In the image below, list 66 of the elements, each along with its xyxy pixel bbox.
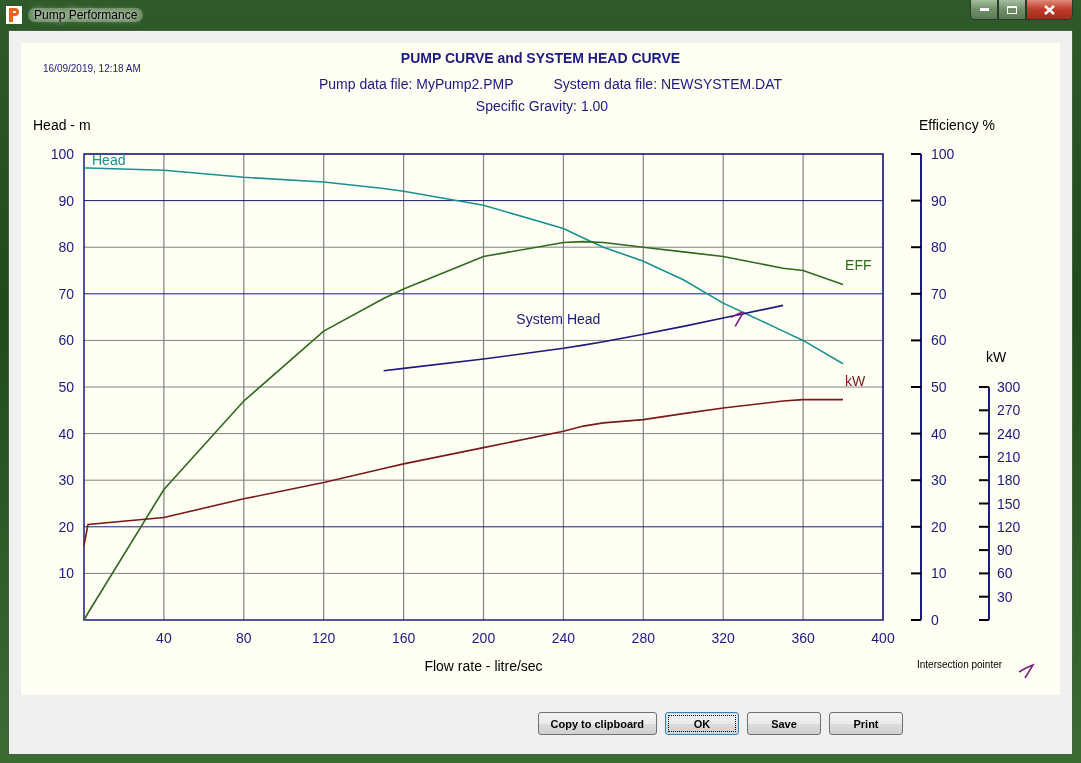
kw-tick-label: 120 [997,518,1021,535]
system-data-file: System data file: NEWSYSTEM.DAT [553,76,782,94]
y-tick-label: 70 [58,285,74,302]
x-tick-label: 320 [711,630,735,646]
kw-tick-label: 150 [997,495,1021,512]
efficiency-tick-label: 80 [931,239,947,256]
x-tick-label: 40 [156,630,172,646]
y-tick-label: 80 [58,239,74,256]
dialog-button[interactable]: Print [829,712,903,735]
efficiency-tick-label: 20 [931,518,947,535]
x-tick-label: 400 [871,630,895,646]
close-button[interactable] [1026,0,1073,20]
y-tick-label: 40 [58,425,74,442]
efficiency-tick-label: 70 [931,285,947,302]
curve-label: System Head [516,310,601,327]
kw-tick-label: 180 [997,472,1021,489]
efficiency-tick-label: 40 [931,425,947,442]
curve-label: EFF [845,257,872,274]
report-title: PUMP CURVE and SYSTEM HEAD CURVE [400,50,681,68]
curve-label: Head [92,152,126,168]
y-tick-label: 100 [50,146,74,162]
report-timestamp: 16/09/2019, 12:18 AM [43,63,141,74]
y-tick-label: 30 [58,472,74,489]
x-tick-label: 160 [391,630,416,646]
dialog-button[interactable]: OK [665,712,739,735]
minimize-icon [979,8,989,11]
efficiency-tick-label: 60 [931,332,947,349]
minimize-button[interactable] [970,0,998,20]
y-axis-title: Head - m [33,118,91,133]
app-logo-icon [6,6,22,24]
x-tick-label: 240 [551,630,576,646]
kw-tick-label: 90 [997,542,1013,559]
efficiency-tick-label: 90 [931,192,947,209]
y-tick-label: 20 [58,518,74,535]
x-tick-label: 200 [471,630,496,646]
close-icon [1044,4,1055,15]
efficiency-tick-label: 0 [931,612,939,628]
maximize-button[interactable] [998,0,1026,20]
kw-tick-label: 210 [997,448,1021,465]
kw-tick-label: 300 [997,379,1021,395]
kw-tick-label: 60 [997,565,1013,582]
curve-label: kW [845,372,866,389]
x-tick-label: 360 [791,630,815,646]
efficiency-tick-label: 10 [931,565,947,582]
dialog-button[interactable]: Save [747,712,821,735]
dialog-button[interactable]: Copy to clipboard [537,712,657,735]
pump-data-file: Pump data file: MyPump2.PMP [319,76,514,94]
maximize-icon [1007,5,1017,14]
efficiency-tick-label: 100 [931,146,955,162]
x-axis-title: Flow rate - litre/sec [424,658,543,674]
y-tick-label: 60 [58,332,74,349]
y-tick-label: 90 [58,192,74,209]
x-tick-label: 280 [631,630,655,646]
kw-tick-label: 240 [997,425,1021,442]
x-tick-label: 80 [236,630,252,646]
efficiency-axis-title: Efficiency % [919,118,995,133]
kw-tick-label: 270 [997,402,1021,419]
specific-gravity: Specific Gravity: 1.00 [474,98,609,116]
y-tick-label: 10 [58,565,74,582]
kw-tick-label: 30 [997,588,1013,605]
efficiency-tick-label: 50 [931,379,947,395]
kw-axis-title: kW [986,349,1007,365]
intersection-pointer-legend: Intersection pointer [917,659,1003,670]
efficiency-tick-label: 30 [931,472,947,489]
y-tick-label: 50 [58,379,74,395]
x-tick-label: 120 [312,630,336,646]
